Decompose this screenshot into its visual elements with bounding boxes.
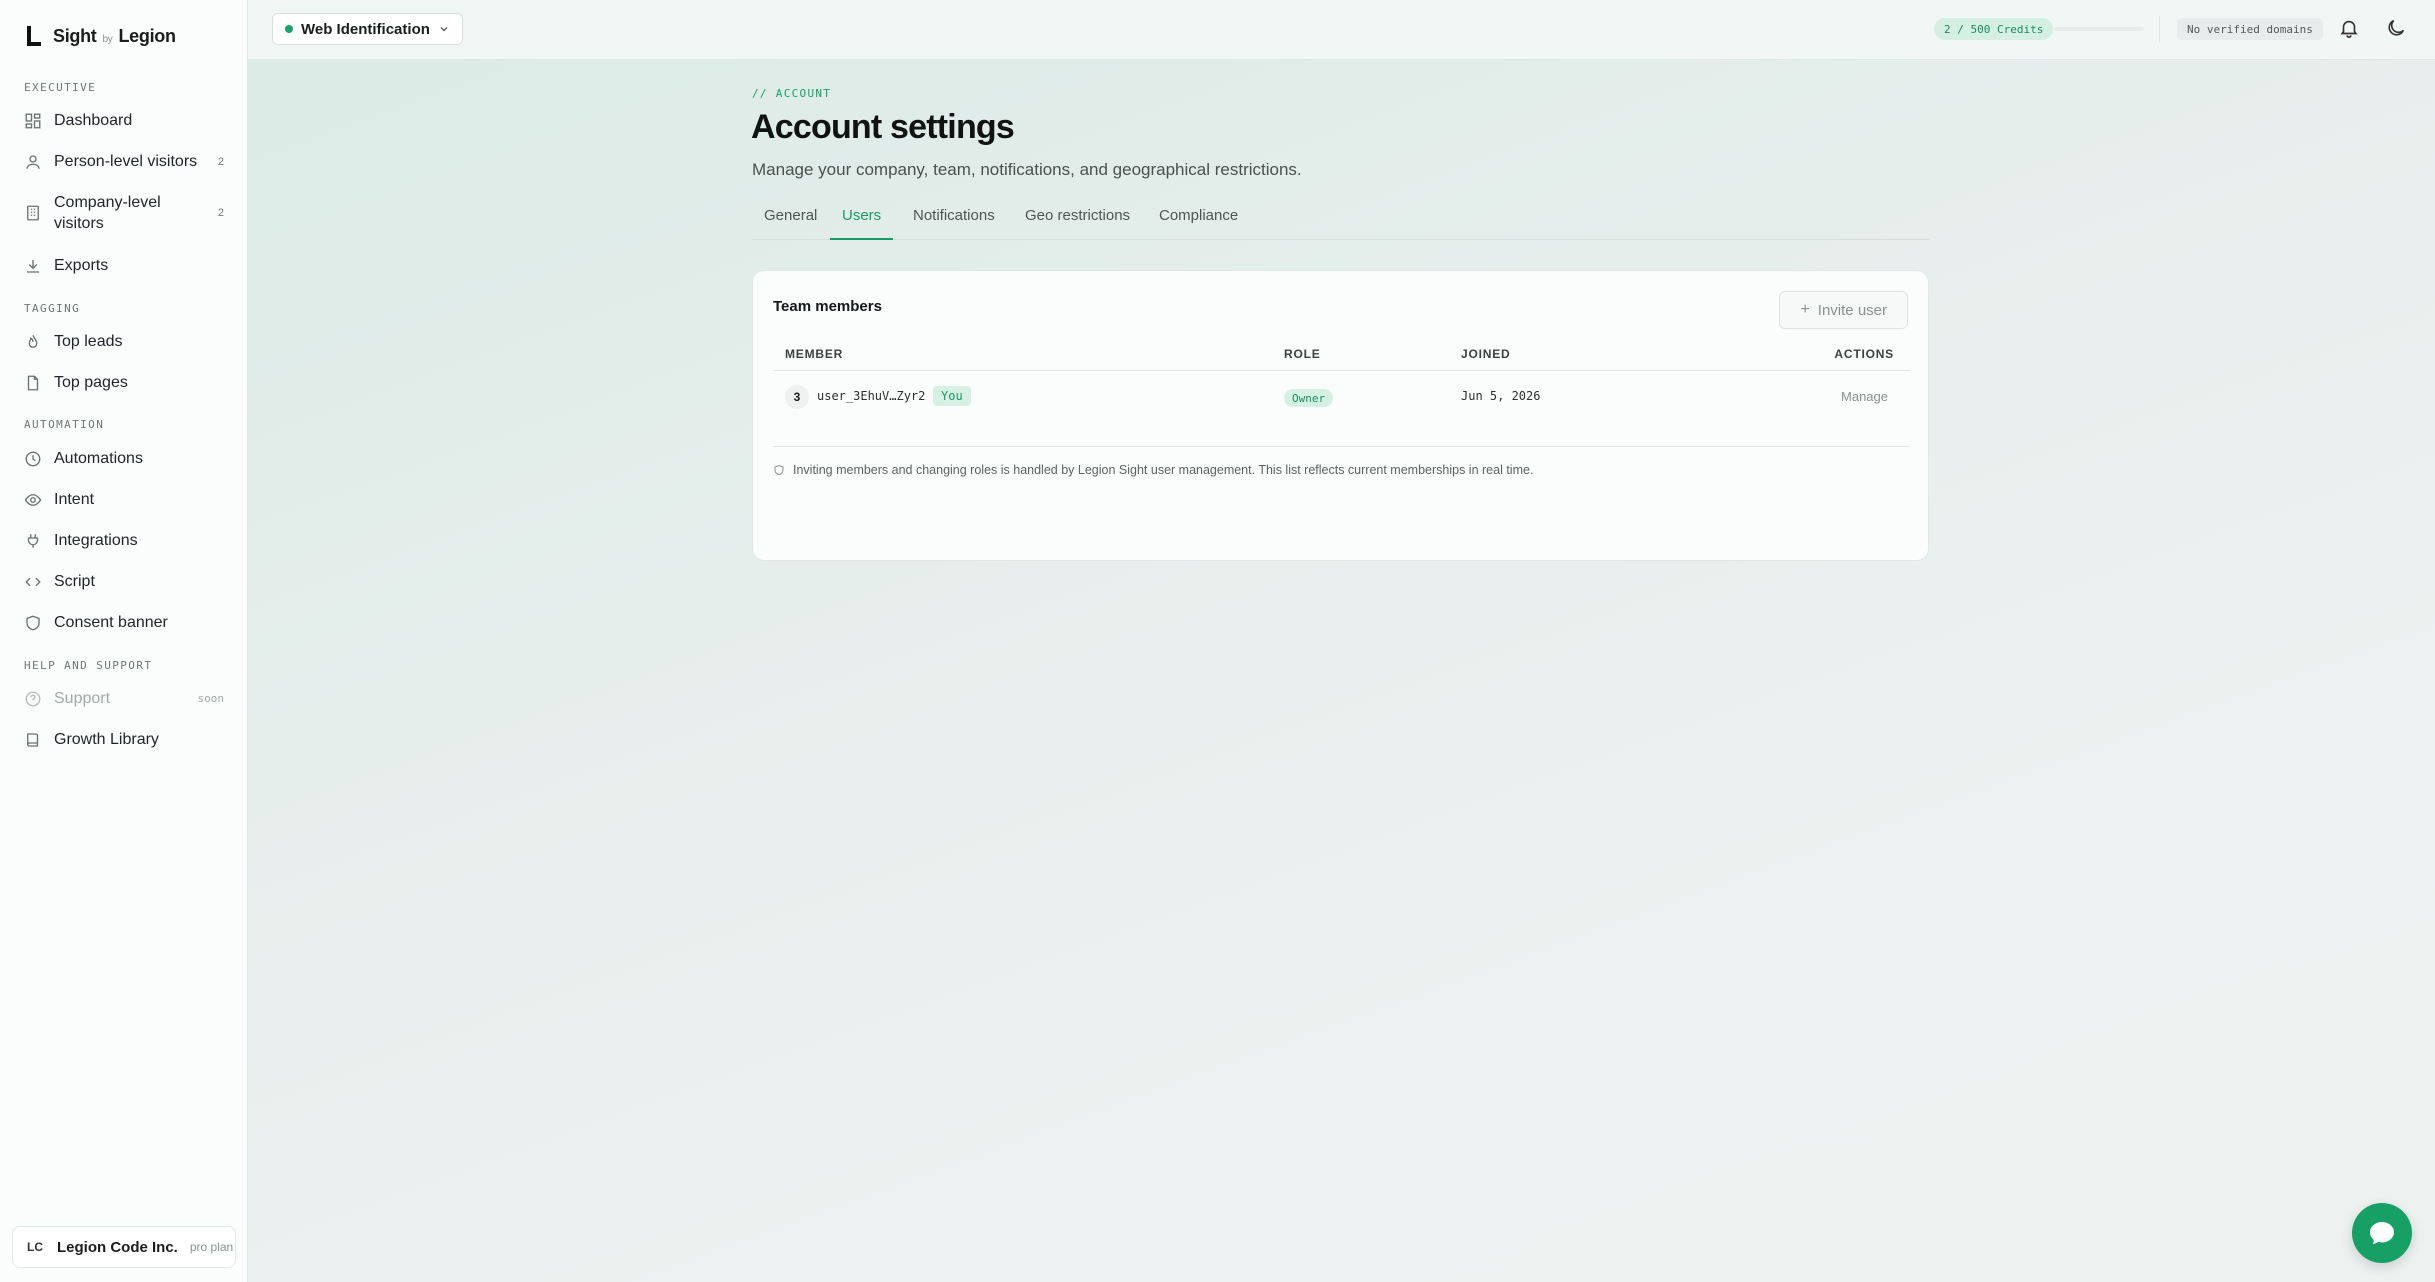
brand-company: Legion bbox=[118, 25, 176, 46]
column-joined: JOINED bbox=[1461, 347, 1511, 361]
credits-progress-bar bbox=[2054, 27, 2144, 31]
flame-icon bbox=[24, 333, 42, 351]
chat-bubble-icon bbox=[2370, 1222, 2394, 1245]
avatar: 3 bbox=[785, 385, 809, 409]
sidebar-item-person-visitors[interactable]: Person-level visitors 2 bbox=[16, 151, 232, 172]
tab-users[interactable]: Users bbox=[830, 205, 894, 240]
sidebar: Sight by Legion EXECUTIVE Dashboard Pers… bbox=[0, 0, 248, 1282]
sidebar-item-label: Dashboard bbox=[54, 112, 133, 129]
brand-logo[interactable]: Sight by Legion bbox=[27, 22, 176, 50]
sidebar-item-label: Exports bbox=[54, 257, 109, 274]
chevron-down-icon bbox=[440, 27, 448, 32]
sidebar-item-label: Integrations bbox=[54, 532, 138, 549]
section-automation: AUTOMATION bbox=[24, 418, 105, 431]
column-role: ROLE bbox=[1284, 347, 1321, 361]
sidebar-item-dashboard[interactable]: Dashboard bbox=[16, 110, 232, 131]
sidebar-item-automations[interactable]: Automations bbox=[16, 448, 232, 469]
eye-icon bbox=[24, 491, 42, 509]
page-title: Account settings bbox=[751, 108, 1015, 146]
settings-tabs: General Users Notifications Geo restrict… bbox=[752, 205, 1929, 240]
org-name: Legion Code Inc. bbox=[57, 1238, 178, 1256]
sidebar-item-growth-library[interactable]: Growth Library bbox=[16, 729, 232, 750]
sidebar-item-support: Support soon bbox=[16, 688, 232, 709]
count-badge: 2 bbox=[217, 155, 224, 168]
chat-launcher-button[interactable] bbox=[2352, 1203, 2412, 1263]
shield-icon bbox=[774, 464, 784, 476]
grid-icon bbox=[24, 112, 42, 130]
column-actions: ACTIONS bbox=[1834, 347, 1894, 361]
page-subtitle: Manage your company, team, notifications… bbox=[752, 160, 1302, 179]
plug-icon bbox=[24, 532, 42, 550]
note-text: Inviting members and changing roles is h… bbox=[793, 463, 1534, 477]
role-badge: Owner bbox=[1284, 389, 1334, 407]
book-icon bbox=[24, 731, 42, 749]
sidebar-item-integrations[interactable]: Integrations bbox=[16, 530, 232, 551]
download-icon bbox=[24, 257, 42, 275]
sidebar-item-label: Growth Library bbox=[54, 731, 159, 748]
main-content: // ACCOUNT Account settings Manage your … bbox=[248, 60, 2435, 1282]
bell-icon[interactable] bbox=[2338, 17, 2360, 39]
joined-date: Jun 5, 2026 bbox=[1461, 389, 1541, 403]
page-eyebrow: // ACCOUNT bbox=[752, 87, 832, 100]
credits-badge: 2 / 500 Credits bbox=[1934, 18, 2054, 40]
sidebar-item-label: Automations bbox=[54, 450, 143, 467]
user-icon bbox=[24, 153, 42, 171]
sidebar-item-exports[interactable]: Exports bbox=[16, 255, 232, 276]
manage-button[interactable]: Manage bbox=[1841, 389, 1888, 404]
section-tagging: TAGGING bbox=[24, 302, 81, 315]
section-executive: EXECUTIVE bbox=[24, 81, 97, 94]
sidebar-item-consent-banner[interactable]: Consent banner bbox=[16, 612, 232, 633]
card-title: Team members bbox=[773, 298, 882, 315]
help-circle-icon bbox=[24, 690, 42, 708]
invite-user-button[interactable]: + Invite user bbox=[1779, 291, 1908, 329]
sidebar-item-label: Company-level visitors bbox=[54, 194, 161, 232]
you-badge: You bbox=[933, 386, 971, 406]
table-header: MEMBER ROLE JOINED ACTIONS bbox=[773, 347, 1910, 371]
topbar: Web Identification 2 / 500 Credits No ve… bbox=[248, 0, 2435, 60]
sidebar-item-top-pages[interactable]: Top pages bbox=[16, 372, 232, 393]
sidebar-item-company-visitors[interactable]: Company-level visitors 2 bbox=[16, 192, 232, 234]
shield-icon bbox=[24, 614, 42, 632]
clock-icon bbox=[24, 450, 42, 468]
tab-geo-restrictions[interactable]: Geo restrictions bbox=[1013, 205, 1142, 240]
sidebar-item-label: Support bbox=[54, 690, 111, 707]
building-icon bbox=[24, 204, 42, 222]
code-icon bbox=[24, 573, 42, 591]
file-icon bbox=[24, 374, 42, 392]
sidebar-item-script[interactable]: Script bbox=[16, 571, 232, 592]
count-badge: 2 bbox=[217, 207, 224, 219]
status-dot-icon bbox=[285, 25, 293, 33]
team-members-card: Team members + Invite user MEMBER ROLE J… bbox=[752, 270, 1929, 561]
info-note: Inviting members and changing roles is h… bbox=[773, 446, 1910, 477]
section-help: HELP AND SUPPORT bbox=[24, 659, 153, 672]
tab-notifications[interactable]: Notifications bbox=[901, 205, 1007, 240]
moon-icon[interactable] bbox=[2385, 17, 2407, 39]
column-member: MEMBER bbox=[785, 347, 844, 361]
plus-icon: + bbox=[1800, 301, 1810, 318]
brand-by: by bbox=[102, 33, 113, 45]
member-id: user_3EhuV…Zyr2 bbox=[817, 389, 926, 403]
org-plan: pro plan bbox=[189, 1240, 234, 1254]
invite-label: Invite user bbox=[1817, 301, 1887, 319]
tab-general[interactable]: General bbox=[752, 205, 829, 240]
brand-name: Sight bbox=[53, 25, 97, 46]
org-avatar: LC bbox=[27, 1240, 43, 1254]
legion-logo-icon bbox=[27, 26, 41, 46]
workspace-select[interactable]: Web Identification bbox=[272, 13, 463, 45]
tab-compliance[interactable]: Compliance bbox=[1147, 205, 1250, 240]
sidebar-item-label: Top pages bbox=[54, 374, 128, 391]
soon-tag: soon bbox=[197, 692, 225, 705]
sidebar-item-top-leads[interactable]: Top leads bbox=[16, 331, 232, 352]
topbar-divider bbox=[2159, 16, 2160, 42]
sidebar-item-label: Top leads bbox=[54, 333, 123, 350]
sidebar-item-label: Person-level visitors bbox=[54, 153, 198, 170]
table-row: 3 user_3EhuV…Zyr2 You Owner Jun 5, 2026 … bbox=[773, 371, 1910, 423]
domain-status-badge[interactable]: No verified domains bbox=[2177, 18, 2323, 40]
workspace-label: Web Identification bbox=[301, 20, 430, 38]
sidebar-item-intent[interactable]: Intent bbox=[16, 489, 232, 510]
sidebar-item-label: Intent bbox=[54, 491, 95, 508]
sidebar-item-label: Script bbox=[54, 573, 95, 590]
sidebar-item-label: Consent banner bbox=[54, 614, 168, 631]
org-switcher[interactable]: LC Legion Code Inc. pro plan bbox=[12, 1226, 236, 1268]
